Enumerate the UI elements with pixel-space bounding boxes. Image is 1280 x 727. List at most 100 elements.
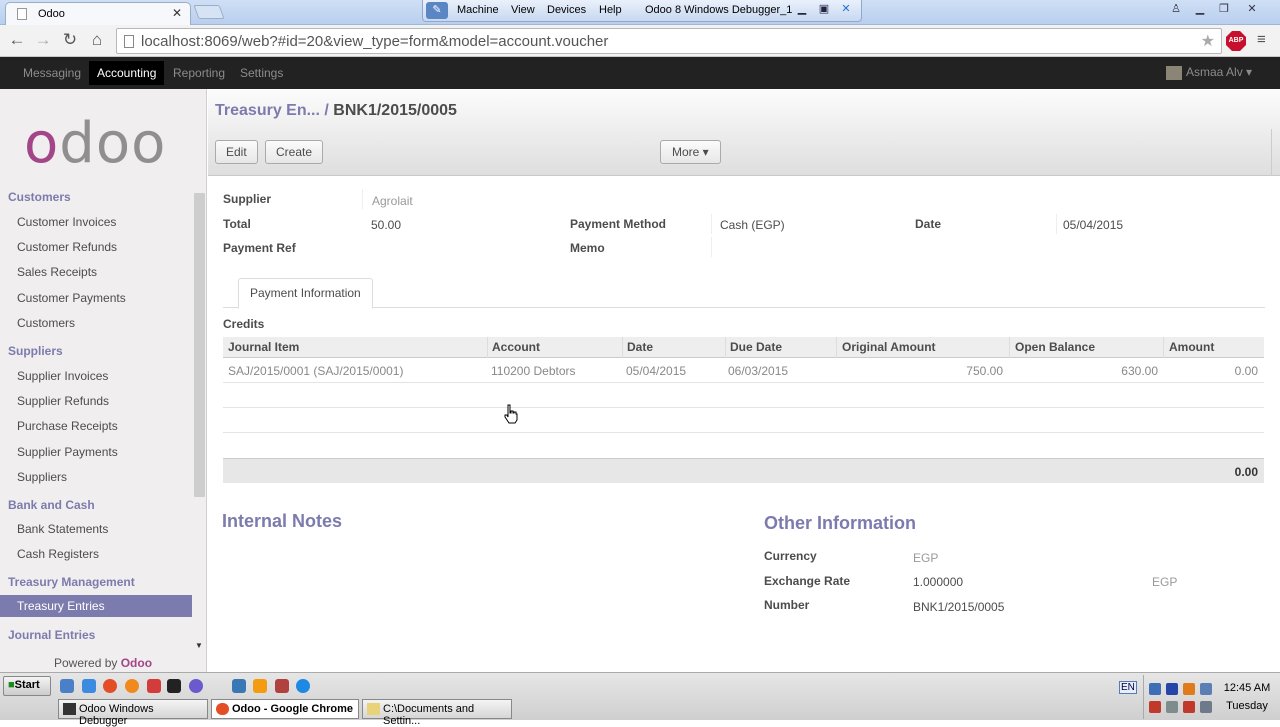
home-icon[interactable]: ⌂ [86,30,108,50]
ie-icon[interactable] [82,679,96,693]
payment-method-label: Payment Method [570,217,667,231]
vm-menu-help[interactable]: Help [599,4,622,16]
app-icon[interactable] [189,679,203,693]
sidebar-item-supplier-payments[interactable]: Supplier Payments [17,445,118,459]
sidebar-item-supplier-refunds[interactable]: Supplier Refunds [17,394,109,408]
col-journal-item[interactable]: Journal Item [228,340,299,354]
odoo-logo[interactable]: odoo [24,111,166,176]
firefox-icon[interactable] [125,679,139,693]
task-odoo-google-chrome[interactable]: Odoo - Google Chrome [211,699,359,719]
sidebar-item-supplier-invoices[interactable]: Supplier Invoices [17,369,108,383]
sidebar-item-customer-payments[interactable]: Customer Payments [17,291,126,305]
tray-icon[interactable] [1200,683,1212,695]
window-close-icon[interactable]: ✕ [1240,2,1264,17]
sidebar-item-suppliers[interactable]: Suppliers [17,470,67,484]
shield-icon[interactable] [1183,701,1195,713]
vm-menu-view[interactable]: View [511,4,535,16]
forward-icon[interactable]: → [32,30,54,50]
sidebar-item-customer-refunds[interactable]: Customer Refunds [17,240,117,254]
menu-reporting[interactable]: Reporting [173,66,225,80]
user-menu[interactable]: Asmaa Alv ▾ [1166,65,1252,80]
pin-icon[interactable]: ✎ [426,2,448,19]
start-button[interactable]: ■Start [3,676,51,696]
desktop-icon[interactable] [60,679,74,693]
avatar [1166,65,1182,80]
vm-toolbar: ✎ Machine View Devices Help Odoo 8 Windo… [422,0,862,22]
sidebar-item-cash-registers[interactable]: Cash Registers [17,547,99,561]
clock-day: Tuesday [1226,700,1268,712]
app-icon[interactable] [275,679,289,693]
caret-down-icon: ▾ [1246,65,1253,79]
address-bar[interactable]: localhost:8069/web?#id=20&view_type=form… [116,28,1222,54]
sidebar-section-suppliers: Suppliers [8,344,63,358]
sidebar-item-purchase-receipts[interactable]: Purchase Receipts [17,419,118,433]
currency-value[interactable]: EGP [913,551,938,565]
sidebar-section-journal-entries[interactable]: Journal Entries [8,628,95,642]
tray-icon[interactable] [1166,701,1178,713]
vm-menu-machine[interactable]: Machine [457,4,499,16]
control-panel: Treasury En... / BNK1/2015/0005 Edit Cre… [208,89,1280,176]
back-icon[interactable]: ← [6,30,28,50]
create-button[interactable]: Create [265,140,324,164]
vm-menu-devices[interactable]: Devices [547,4,586,16]
app-icon[interactable] [232,679,246,693]
window-restore-icon[interactable]: ❐ [1212,2,1236,17]
task-odoo-windows-debugger[interactable]: Odoo Windows Debugger [58,699,208,727]
security-icon[interactable] [1149,701,1161,713]
chrome-menu-icon[interactable]: ≡ [1257,31,1271,48]
breadcrumb-parent[interactable]: Treasury En... [215,102,320,119]
app-icon[interactable] [296,679,310,693]
total-label: Total [223,217,251,231]
tray-icon[interactable] [1183,683,1195,695]
edit-button[interactable]: Edit [215,140,258,164]
col-original-amount[interactable]: Original Amount [842,340,936,354]
app-icon[interactable] [147,679,161,693]
date-label: Date [915,217,942,231]
close-icon[interactable]: ✕ [839,3,853,16]
profile-icon[interactable]: ♙ [1164,2,1188,17]
menu-settings[interactable]: Settings [240,66,283,80]
currency-label: Currency [764,549,817,563]
control-panel-scrollbar [1271,129,1280,176]
bookmark-star-icon[interactable]: ★ [1201,31,1215,51]
new-tab-button[interactable] [193,5,225,19]
more-button[interactable]: More ▾ [660,140,721,164]
clock-time[interactable]: 12:45 AM [1222,682,1272,694]
sidebar-item-customer-invoices[interactable]: Customer Invoices [17,215,116,229]
chrome-icon[interactable] [103,679,117,693]
network-icon[interactable] [1149,683,1161,695]
menu-messaging[interactable]: Messaging [23,66,81,80]
volume-icon[interactable] [1200,701,1212,713]
menu-accounting[interactable]: Accounting [89,61,165,85]
cmd-icon[interactable] [167,679,181,693]
col-open-balance[interactable]: Open Balance [1015,340,1095,354]
reload-icon[interactable]: ↻ [59,30,81,50]
supplier-label: Supplier [223,192,272,206]
task-documents-folder[interactable]: C:\Documents and Settin... [362,699,512,727]
url-text[interactable]: localhost:8069/web?#id=20&view_type=form… [141,33,608,50]
sidebar-item-treasury-entries[interactable]: Treasury Entries [0,595,192,617]
minimize-icon[interactable]: ▁ [795,3,809,16]
sidebar-item-customers[interactable]: Customers [17,316,75,330]
table-row[interactable]: SAJ/2015/0001 (SAJ/2015/0001) 110200 Deb… [223,358,1264,383]
adblock-icon[interactable]: ABP [1226,31,1246,51]
col-due-date[interactable]: Due Date [730,340,782,354]
col-account[interactable]: Account [492,340,540,354]
close-tab-icon[interactable]: ✕ [172,6,182,20]
supplier-value[interactable]: Agrolait [372,194,413,208]
restore-icon[interactable]: ▣ [817,3,831,16]
sidebar-item-sales-receipts[interactable]: Sales Receipts [17,265,97,279]
powered-by-brand[interactable]: Odoo [121,656,152,670]
vlc-icon[interactable] [253,679,267,693]
sidebar-scrollbar[interactable] [194,193,205,497]
tab-payment-information[interactable]: Payment Information [238,278,373,309]
tray-icon[interactable] [1166,683,1178,695]
col-amount[interactable]: Amount [1169,340,1214,354]
window-minimize-icon[interactable]: ▁ [1188,2,1212,17]
sidebar-item-bank-statements[interactable]: Bank Statements [17,522,108,536]
browser-tab[interactable]: Odoo ✕ [5,2,191,25]
language-indicator[interactable]: EN [1119,681,1137,694]
cell-amount[interactable]: 0.00 [1235,364,1258,378]
scroll-down-icon[interactable]: ▼ [195,641,203,650]
col-date[interactable]: Date [627,340,653,354]
